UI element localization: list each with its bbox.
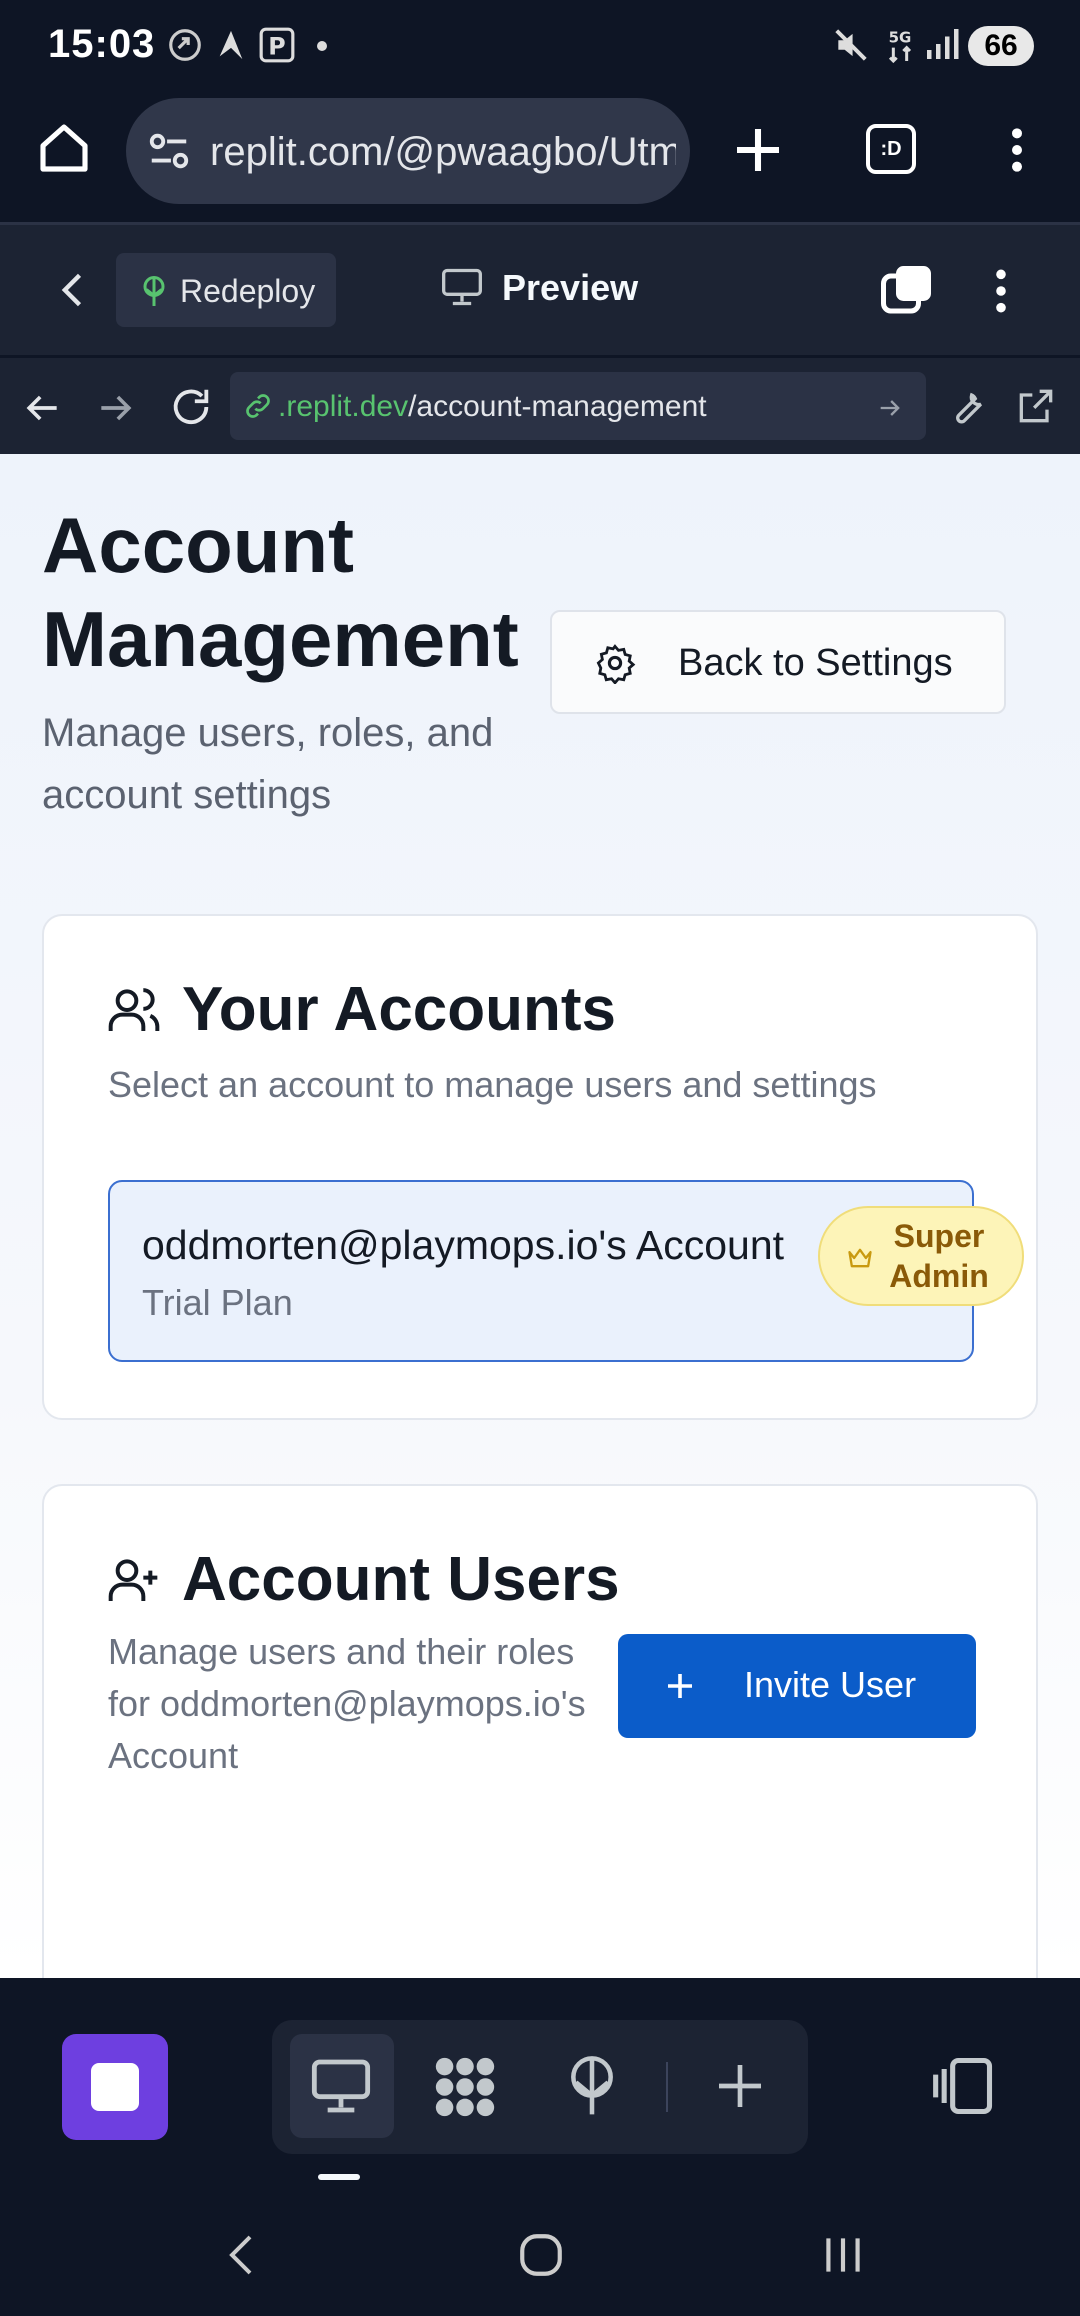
system-back-icon[interactable] xyxy=(218,2230,266,2280)
svg-text:P: P xyxy=(268,33,285,61)
stop-button[interactable] xyxy=(62,2034,168,2140)
notification-icon xyxy=(219,30,243,60)
preview-label: Preview xyxy=(502,267,639,308)
redeploy-button[interactable]: Redeploy xyxy=(116,253,336,327)
mute-icon xyxy=(835,29,867,61)
browser-toolbar: replit.com/@pwaagbo/Utm :D xyxy=(0,92,1080,222)
reload-icon[interactable] xyxy=(168,384,214,430)
signal-icon xyxy=(927,29,959,59)
system-home-icon[interactable] xyxy=(516,2230,566,2280)
address-domain: .replit.dev xyxy=(278,390,409,423)
new-tab-icon[interactable] xyxy=(730,122,786,178)
accounts-card: Your Accounts Select an account to manag… xyxy=(42,914,1038,1420)
accounts-card-description: Select an account to manage users and se… xyxy=(108,1064,877,1105)
back-arrow-icon[interactable] xyxy=(20,386,64,430)
account-name: oddmorten@playmops.io's Account xyxy=(142,1222,785,1268)
dot-icon xyxy=(317,41,327,51)
home-icon[interactable] xyxy=(36,120,92,176)
browser-url-text: replit.com/@pwaagbo/Utm xyxy=(210,130,676,174)
account-plan: Trial Plan xyxy=(142,1282,293,1323)
webview-address-bar[interactable]: .replit.dev/account-management xyxy=(230,372,926,440)
deployments-icon[interactable] xyxy=(560,2050,624,2120)
webview-nav: .replit.dev/account-management xyxy=(0,358,1080,454)
open-external-icon[interactable] xyxy=(1014,384,1058,428)
battery-indicator: 66 xyxy=(968,26,1034,66)
status-bar: 15:03 P 5G 66 xyxy=(0,0,1080,92)
replit-bottom-bar xyxy=(0,1978,1080,2192)
devtools-wrench-icon[interactable] xyxy=(946,384,990,428)
active-tool-indicator xyxy=(318,2174,360,2180)
go-arrow-icon[interactable] xyxy=(876,394,904,422)
replit-header: Redeploy Preview xyxy=(0,225,1080,355)
system-recents-icon[interactable] xyxy=(818,2230,868,2280)
crown-icon xyxy=(848,1248,872,1268)
workspace-tools-icon[interactable] xyxy=(430,2052,500,2122)
forward-arrow-icon[interactable] xyxy=(94,386,138,430)
gear-icon xyxy=(596,644,636,684)
account-users-card: Account Users Manage users and their rol… xyxy=(42,1484,1038,1978)
preview-monitor-icon[interactable] xyxy=(308,2054,374,2118)
system-nav-bar xyxy=(0,2192,1080,2316)
svg-text:5G: 5G xyxy=(889,29,912,47)
tabs-overview-icon[interactable] xyxy=(876,261,936,321)
link-icon xyxy=(246,394,270,418)
toolbar-separator xyxy=(666,2062,668,2112)
account-users-description: Manage users and their roles for oddmort… xyxy=(108,1631,586,1776)
clock: 15:03 xyxy=(48,22,156,66)
page-title: Account Management xyxy=(42,501,519,683)
redeploy-label: Redeploy xyxy=(180,273,316,309)
account-users-title: Account Users xyxy=(182,1545,620,1614)
user-plus-icon xyxy=(108,1559,158,1601)
5g-icon: 5G xyxy=(889,29,912,64)
more-options-icon[interactable] xyxy=(976,261,1026,321)
menu-icon[interactable] xyxy=(992,122,1042,178)
tab-switcher-label: :D xyxy=(880,138,902,160)
users-icon xyxy=(108,988,160,1031)
page-content: Account Management Manage users, roles, … xyxy=(0,454,1080,1978)
page-subtitle: Manage users, roles, and account setting… xyxy=(42,711,494,817)
add-tool-icon[interactable] xyxy=(712,2058,768,2114)
parking-icon: P xyxy=(259,27,295,63)
back-to-settings-label: Back to Settings xyxy=(678,642,953,684)
monitor-icon xyxy=(442,268,482,306)
invite-user-label: Invite User xyxy=(744,1664,917,1705)
invite-user-button[interactable]: Invite User xyxy=(618,1634,976,1738)
browser-url-bar[interactable]: replit.com/@pwaagbo/Utm xyxy=(126,98,690,204)
plus-icon xyxy=(668,1674,692,1698)
back-chevron-icon[interactable] xyxy=(52,265,96,315)
sync-icon xyxy=(169,29,201,61)
stop-icon xyxy=(91,2063,139,2111)
accounts-card-title: Your Accounts xyxy=(182,975,617,1044)
site-settings-icon[interactable] xyxy=(146,128,192,174)
back-to-settings-button[interactable]: Back to Settings xyxy=(550,610,1006,714)
deploy-icon xyxy=(143,276,165,306)
tab-switcher-button[interactable]: :D xyxy=(866,124,916,174)
role-badge: Super Admin xyxy=(818,1206,1024,1306)
role-badge-label: Super Admin xyxy=(889,1218,989,1294)
address-path: /account-management xyxy=(408,390,707,423)
layout-toggle-icon[interactable] xyxy=(930,2052,998,2120)
